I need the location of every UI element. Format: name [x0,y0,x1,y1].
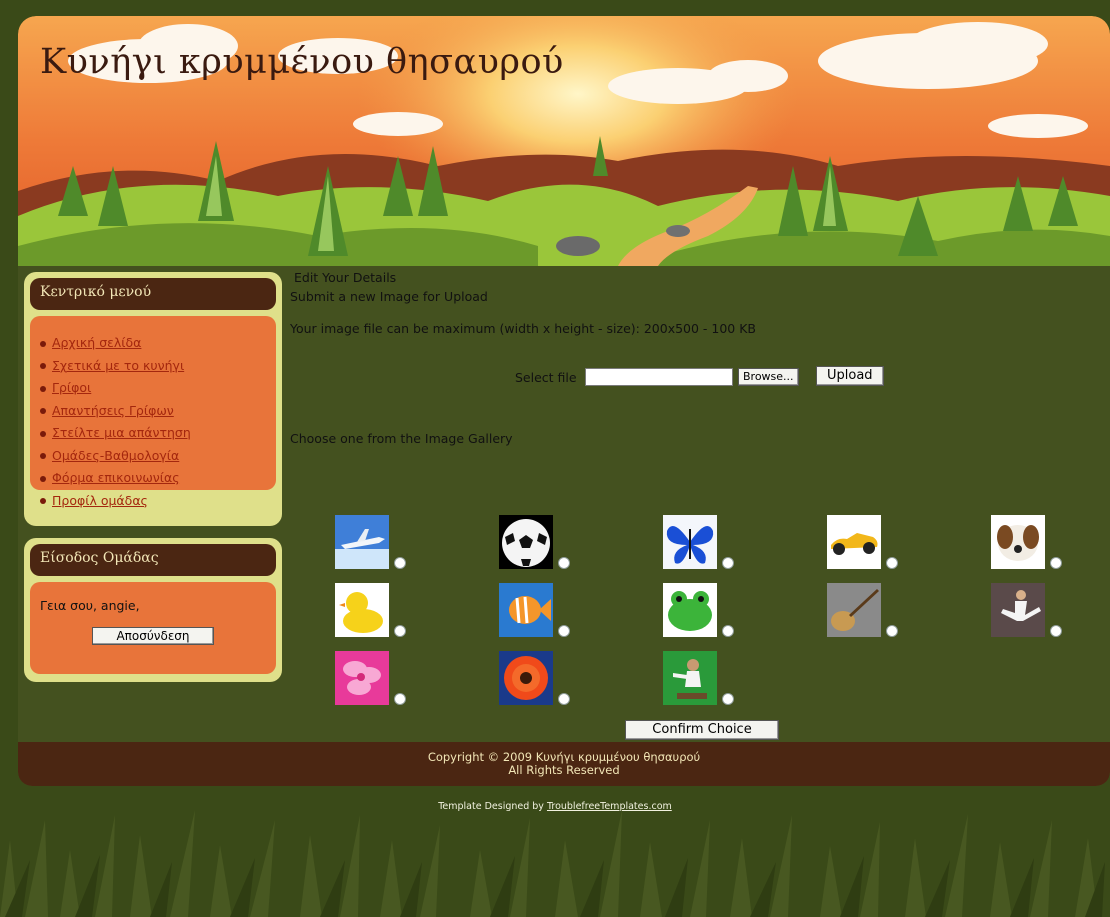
main-menu-list: Αρχική σελίδα Σχετικά με το κυνήγι Γρίφο… [40,326,266,512]
guitar-radio[interactable] [886,625,898,637]
team-login-box: Είσοδος Ομάδας Γεια σου, angie, Αποσύνδε… [24,538,282,682]
fish-radio[interactable] [558,625,570,637]
gallery-item-dog [991,515,1063,575]
credit-prefix: Template Designed by [438,801,547,812]
menu-item-riddles: Γρίφοι [40,377,266,400]
soccer-ball-radio[interactable] [558,557,570,569]
main-menu-title: Κεντρικό μενού [30,278,276,310]
logout-wrap: Αποσύνδεση [40,625,266,645]
main-menu-box: Κεντρικό μενού Αρχική σελίδα Σχετικά με … [24,272,282,526]
duck-thumbnail[interactable] [335,583,389,637]
dog-thumbnail[interactable] [991,515,1045,569]
main-content: Edit Your Details Submit a new Image for… [290,270,1100,740]
gallery-item-orange-flower [499,651,571,711]
butterfly-thumbnail[interactable] [663,515,717,569]
file-select-row: Select file Browse... Upload [515,366,915,389]
copyright-text: Copyright © 2009 Κυνήγι κρυμμένου θησαυρ… [18,742,1110,777]
menu-item-answers: Απαντήσεις Γρίφων [40,400,266,423]
upload-button[interactable]: Upload [816,366,884,386]
header-banner: Κυνήγι κρυμμένου θησαυρού [18,16,1110,266]
menu-item-contact: Φόρμα επικοινωνίας [40,467,266,490]
dog-radio[interactable] [1050,557,1062,569]
menu-link-about[interactable]: Σχετικά με το κυνήγι [52,358,184,373]
gallery-item-duck [335,583,407,643]
pink-flower-radio[interactable] [394,693,406,705]
fish-thumbnail[interactable] [499,583,553,637]
choose-gallery-label: Choose one from the Image Gallery [290,431,513,446]
confirm-choice-button[interactable]: Confirm Choice [625,720,779,740]
browse-button[interactable]: Browse... [738,368,799,386]
team-login-title: Είσοδος Ομάδας [30,544,276,576]
frog-thumbnail[interactable] [663,583,717,637]
airplane-thumbnail[interactable] [335,515,389,569]
menu-link-send-answer[interactable]: Στείλτε μια απάντηση [52,425,191,440]
gallery-item-race-car [827,515,899,575]
greeting-text: Γεια σου, angie, [40,598,140,613]
menu-item-teams-score: Ομάδες-Βαθμολογία [40,445,266,468]
site-title: Κυνήγι κρυμμένου θησαυρού [40,42,564,82]
gallery-item-butterfly [663,515,735,575]
butterfly-radio[interactable] [722,557,734,569]
menu-link-contact[interactable]: Φόρμα επικοινωνίας [52,470,180,485]
skateboarder-radio[interactable] [722,693,734,705]
submit-new-heading: Submit a new Image for Upload [290,289,488,304]
menu-item-home: Αρχική σελίδα [40,332,266,355]
gallery-item-pink-flower [335,651,407,711]
menu-link-teams-score[interactable]: Ομάδες-Βαθμολογία [52,448,179,463]
orange-flower-thumbnail[interactable] [499,651,553,705]
footer: Copyright © 2009 Κυνήγι κρυμμένου θησαυρ… [18,742,1110,786]
file-path-input[interactable] [585,368,733,386]
orange-flower-radio[interactable] [558,693,570,705]
airplane-radio[interactable] [394,557,406,569]
duck-radio[interactable] [394,625,406,637]
gallery-item-frog [663,583,735,643]
gallery-item-skateboarder [663,651,735,711]
race-car-thumbnail[interactable] [827,515,881,569]
select-file-label: Select file [515,370,577,385]
gallery-item-soccer-ball [499,515,571,575]
edit-details-link[interactable]: Edit Your Details [294,270,396,285]
menu-item-about: Σχετικά με το κυνήγι [40,355,266,378]
gallery-item-guitar [827,583,899,643]
karate-radio[interactable] [1050,625,1062,637]
race-car-radio[interactable] [886,557,898,569]
menu-link-team-profile[interactable]: Προφίλ ομάδας [52,493,148,508]
menu-link-home[interactable]: Αρχική σελίδα [52,335,141,350]
menu-link-riddles[interactable]: Γρίφοι [52,380,91,395]
main-menu-body: Αρχική σελίδα Σχετικά με το κυνήγι Γρίφο… [30,316,276,508]
page-container: Κυνήγι κρυμμένου θησαυρού Κεντρικό μενού… [18,16,1110,786]
soccer-ball-thumbnail[interactable] [499,515,553,569]
gallery-item-karate [991,583,1063,643]
gallery-item-airplane [335,515,407,575]
credit-link[interactable]: TroublefreeTemplates.com [547,801,672,812]
guitar-thumbnail[interactable] [827,583,881,637]
max-size-info: Your image file can be maximum (width x … [290,321,757,336]
karate-thumbnail[interactable] [991,583,1045,637]
skateboarder-thumbnail[interactable] [663,651,717,705]
frog-radio[interactable] [722,625,734,637]
menu-item-send-answer: Στείλτε μια απάντηση [40,422,266,445]
team-login-body: Γεια σου, angie, Αποσύνδεση [30,582,276,674]
gallery-item-fish [499,583,571,643]
menu-item-team-profile: Προφίλ ομάδας [40,490,266,513]
pink-flower-thumbnail[interactable] [335,651,389,705]
menu-link-answers[interactable]: Απαντήσεις Γρίφων [52,403,174,418]
rights-line: All Rights Reserved [508,763,620,777]
template-credit: Template Designed by TroublefreeTemplate… [0,801,1110,812]
logout-button[interactable]: Αποσύνδεση [92,627,214,645]
